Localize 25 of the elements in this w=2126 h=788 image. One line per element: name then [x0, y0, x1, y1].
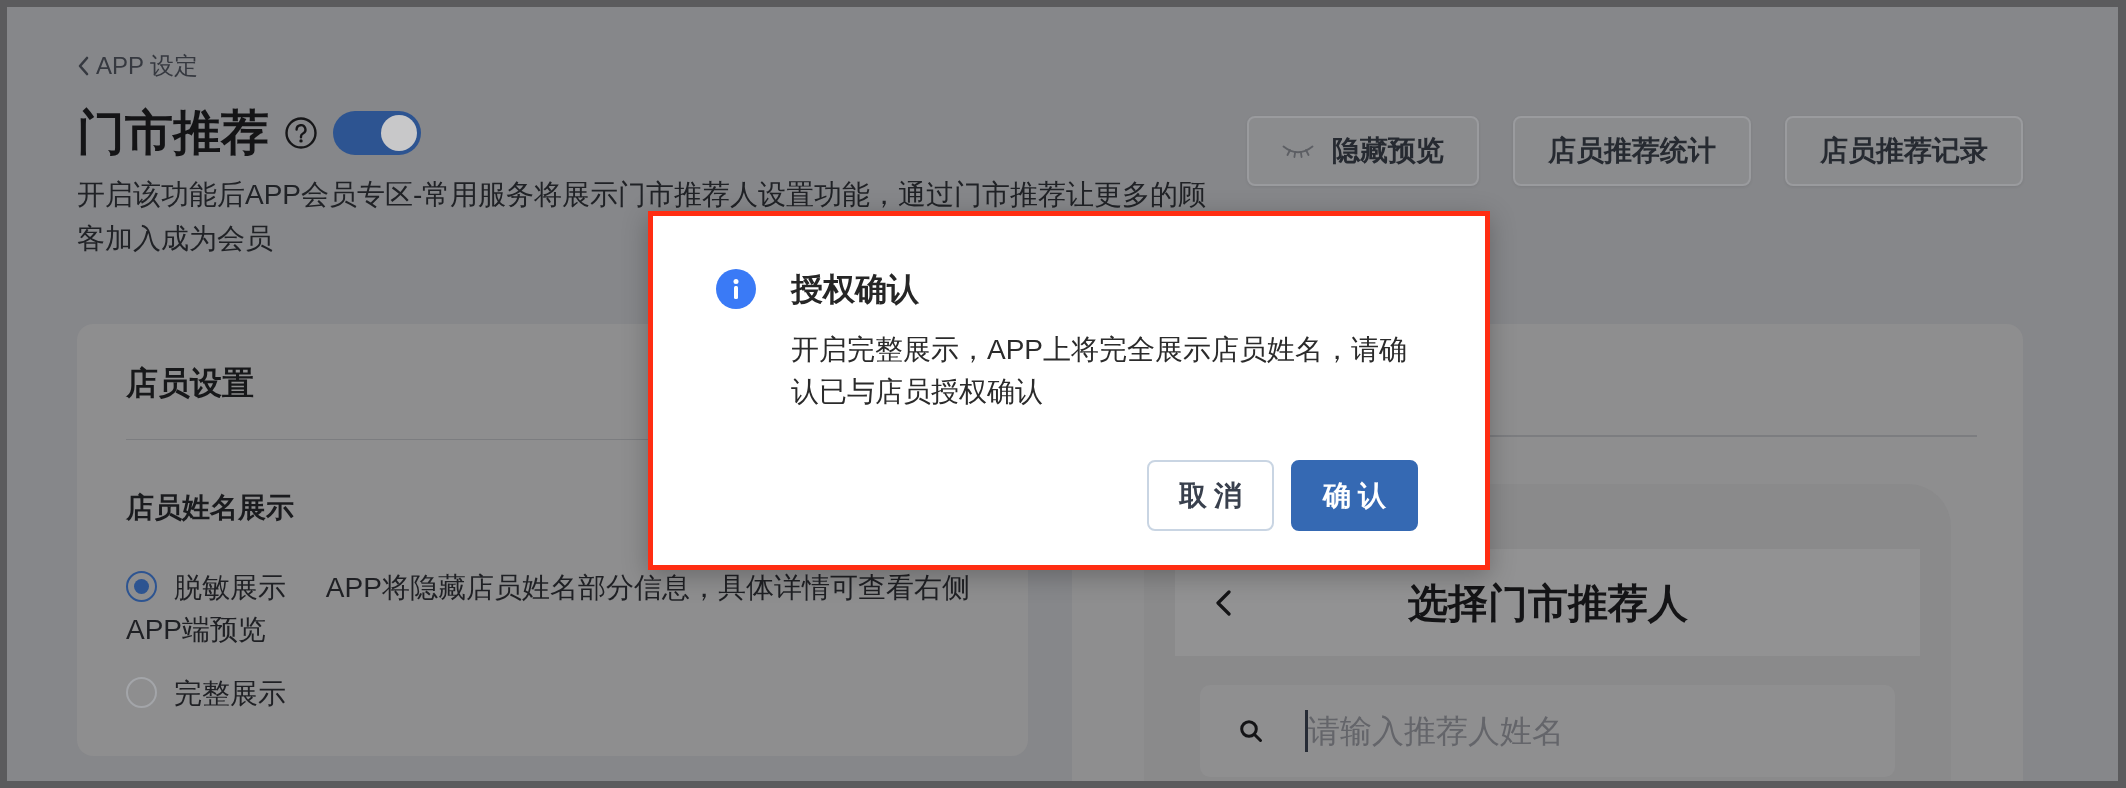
- card-title: 店员设置: [126, 364, 254, 403]
- action-button[interactable]: 店员推荐记录: [1785, 116, 2023, 186]
- dialog-message: 开启完整展示，APP上将完全展示店员姓名，请确认已与店员授权确认: [791, 333, 1409, 409]
- text-cursor-icon: [1305, 710, 1308, 752]
- action-button[interactable]: 店员推荐统计: [1513, 116, 1751, 186]
- back-link[interactable]: APP 设定: [77, 48, 199, 84]
- closed-eye-icon: [1282, 144, 1314, 158]
- feature-description: 开启该功能后APP会员专区-常用服务将展示门市推荐人设置功能，通过门市推荐让更多的顾客加入成为会员: [77, 178, 1208, 256]
- chevron-left-icon: [77, 56, 89, 76]
- toggle-switch[interactable]: [333, 111, 421, 155]
- radio-button[interactable]: [126, 677, 157, 709]
- page-title: 门市推荐: [77, 105, 269, 161]
- screen-title: 选择门市推荐人: [1407, 579, 1688, 627]
- chevron-left-icon[interactable]: [1214, 589, 1232, 616]
- cancel-button[interactable]: 取 消: [1147, 460, 1274, 531]
- question-circle-icon[interactable]: [285, 117, 317, 149]
- dialog-title: 授权确认: [791, 270, 919, 309]
- info-icon: [716, 269, 756, 309]
- radio-option[interactable]: 脱敏展示 APP将隐藏店员姓名部分信息，具体详情可查看右侧APP端预览: [126, 567, 979, 651]
- search-icon: [1239, 719, 1263, 743]
- field-label: 店员姓名展示: [126, 491, 294, 525]
- radio-button[interactable]: [126, 571, 157, 603]
- confirm-button[interactable]: 确 认: [1291, 460, 1418, 531]
- action-button[interactable]: 隐藏预览: [1247, 116, 1479, 186]
- radio-option[interactable]: 完整展示: [126, 673, 286, 715]
